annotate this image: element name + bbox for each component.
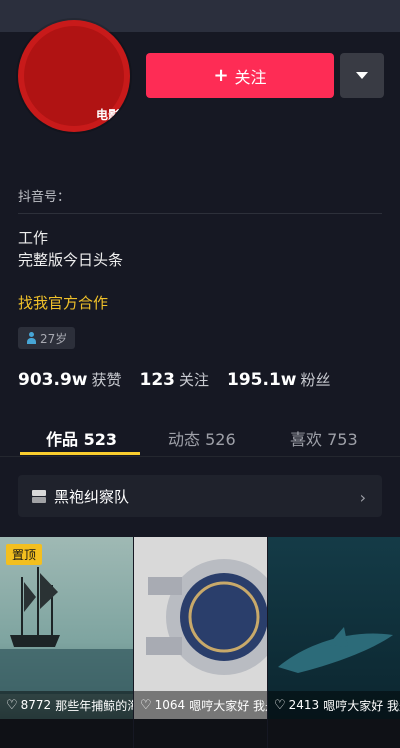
stat-likes[interactable]: 903.9w 获赞 <box>18 369 122 390</box>
stats-row: 903.9w 获赞 123 关注 195.1w 粉丝 <box>18 369 349 390</box>
age-tag: 27岁 <box>18 327 76 349</box>
heart-icon: ♡ <box>6 697 18 713</box>
douyin-id: 抖音号： <box>18 190 71 205</box>
next-row-thumbnail <box>268 719 400 748</box>
stat-label: 粉丝 <box>300 371 331 389</box>
content-tabs: 作品 523 动态 526 喜欢 753 <box>0 420 400 456</box>
video-grid: 置顶 ♡ 8772 那些年捕鲸的海域 ♡ 1064 嗯哼大家好 我是牛叔 <box>0 537 400 748</box>
plus-icon: + <box>213 65 229 86</box>
video-caption: ♡ 2413 嗯哼大家好 我是牛叔 <box>268 691 400 719</box>
video-card[interactable]: ♡ 1064 嗯哼大家好 我是牛叔 <box>134 537 267 748</box>
avatar-label: 电影 <box>96 108 121 122</box>
follow-button[interactable]: + 关注 <box>146 53 334 98</box>
stat-value: 123 <box>139 370 176 390</box>
divider <box>0 456 400 457</box>
video-caption: ♡ 1064 嗯哼大家好 我是牛叔 <box>134 691 267 719</box>
tab-works[interactable]: 作品 523 <box>46 426 117 450</box>
video-title: 嗯哼大家好 我是牛叔 <box>189 698 267 713</box>
video-title: 嗯哼大家好 我是牛叔 <box>323 698 400 713</box>
like-count: 2413 <box>288 698 320 712</box>
next-row-thumbnail <box>134 719 267 748</box>
video-caption: ♡ 8772 那些年捕鲸的海域 <box>0 691 133 719</box>
person-icon <box>26 332 36 344</box>
business-contact-link[interactable]: 找我官方合作 <box>18 292 108 313</box>
stat-label: 获赞 <box>91 371 122 389</box>
stat-following[interactable]: 123 关注 <box>140 369 210 390</box>
age-label: 27岁 <box>40 331 68 346</box>
caret-down-icon <box>356 72 368 79</box>
active-tab-indicator <box>20 452 140 455</box>
stat-label: 关注 <box>179 371 210 389</box>
like-count: 1064 <box>154 698 186 712</box>
follow-label: 关注 <box>234 67 267 87</box>
video-card[interactable]: ♡ 2413 嗯哼大家好 我是牛叔 <box>268 537 400 748</box>
next-row-thumbnail <box>0 719 133 748</box>
stat-value: 903.9w <box>18 370 88 390</box>
layers-icon <box>32 489 46 503</box>
tab-likes[interactable]: 喜欢 753 <box>290 426 358 450</box>
heart-icon: ♡ <box>274 697 286 713</box>
stat-value: 195.1w <box>227 370 297 390</box>
more-dropdown-button[interactable] <box>340 53 384 98</box>
heart-icon: ♡ <box>140 697 152 713</box>
divider <box>18 213 382 214</box>
video-title: 那些年捕鲸的海域 <box>55 698 133 713</box>
bio: 工作 完整版今日头条 <box>18 227 123 271</box>
chevron-right-icon: › <box>359 488 366 507</box>
pinned-badge: 置顶 <box>6 544 43 565</box>
bio-line: 完整版今日头条 <box>18 251 124 269</box>
bio-line: 工作 <box>18 229 49 247</box>
stat-followers[interactable]: 195.1w 粉丝 <box>227 369 331 390</box>
like-count: 8772 <box>20 698 52 712</box>
video-card[interactable]: 置顶 ♡ 8772 那些年捕鲸的海域 <box>0 537 133 748</box>
collection-label: 黑袍纠察队 <box>54 487 130 506</box>
collection-row[interactable]: 黑袍纠察队 › <box>18 475 382 517</box>
tab-activity[interactable]: 动态 526 <box>168 426 236 450</box>
avatar[interactable]: 电影 <box>18 20 130 132</box>
